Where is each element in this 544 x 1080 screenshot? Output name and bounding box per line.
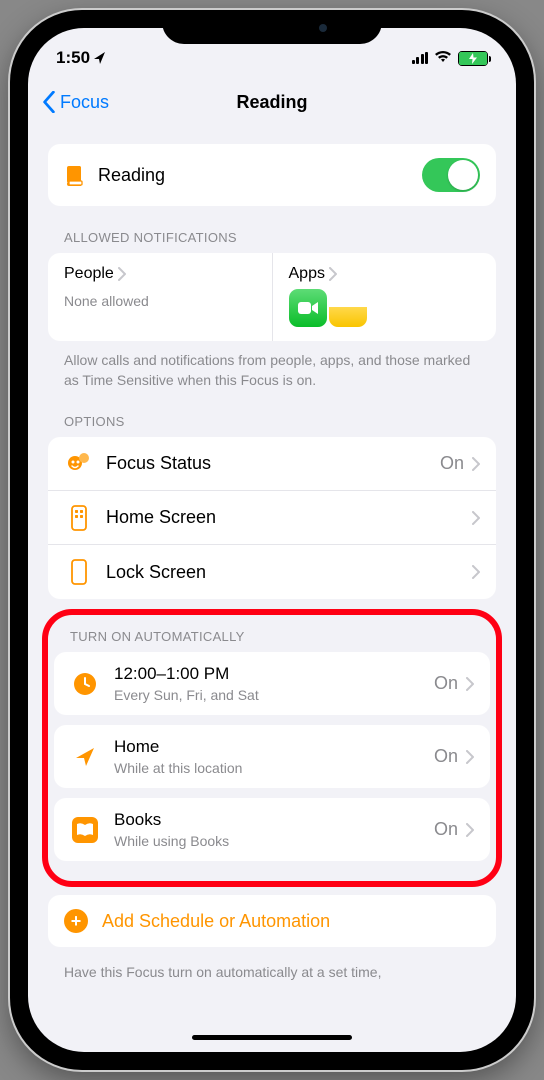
home-screen-label: Home Screen	[106, 507, 216, 528]
focus-status-row[interactable]: Focus Status On	[48, 437, 496, 491]
cellular-icon	[412, 52, 429, 64]
section-allowed: ALLOWED NOTIFICATIONS	[48, 206, 496, 253]
people-label: People	[64, 265, 114, 283]
facetime-icon	[289, 289, 327, 327]
page-title: Reading	[236, 92, 307, 113]
people-sub: None allowed	[64, 293, 256, 309]
automation-value: On	[434, 673, 458, 694]
automation-value: On	[434, 746, 458, 767]
screen: 1:50 Focus	[28, 28, 516, 1052]
chevron-right-icon	[472, 511, 480, 525]
focus-name: Reading	[98, 165, 165, 186]
chevron-right-icon	[472, 565, 480, 579]
automation-title: 12:00–1:00 PM	[114, 664, 259, 684]
chevron-right-icon	[466, 750, 474, 764]
automation-sub: While using Books	[114, 833, 229, 849]
home-screen-icon	[64, 505, 94, 531]
plus-icon: +	[64, 909, 88, 933]
add-label: Add Schedule or Automation	[102, 911, 330, 932]
lock-screen-row[interactable]: Lock Screen	[48, 545, 496, 599]
focus-status-icon	[64, 451, 94, 477]
section-auto: TURN ON AUTOMATICALLY	[54, 615, 490, 652]
automation-app[interactable]: Books While using Books On	[54, 798, 490, 861]
location-arrow-icon	[70, 745, 100, 769]
chevron-left-icon	[42, 91, 56, 113]
notes-icon	[329, 289, 367, 327]
location-icon	[94, 51, 106, 65]
notifications-card: People None allowed Apps	[48, 253, 496, 341]
home-screen-row[interactable]: Home Screen	[48, 491, 496, 545]
clock-text: 1:50	[56, 48, 90, 68]
footer-helper: Have this Focus turn on automatically at…	[48, 947, 496, 983]
wifi-icon	[434, 49, 452, 68]
automation-value: On	[434, 819, 458, 840]
focus-switch[interactable]	[422, 158, 480, 192]
allowed-apps[interactable]: Apps	[273, 253, 497, 341]
chevron-right-icon	[472, 457, 480, 471]
section-options: OPTIONS	[48, 390, 496, 437]
lock-screen-icon	[64, 559, 94, 585]
options-card: Focus Status On Home Screen Loc	[48, 437, 496, 599]
automation-highlight: TURN ON AUTOMATICALLY 12:00–1:00 PM Ever…	[42, 609, 502, 887]
apps-label: Apps	[289, 265, 325, 283]
automation-title: Home	[114, 737, 242, 757]
status-time: 1:50	[56, 48, 106, 68]
notch	[162, 10, 382, 44]
lock-screen-label: Lock Screen	[106, 562, 206, 583]
back-button[interactable]: Focus	[42, 91, 109, 113]
add-automation-row[interactable]: + Add Schedule or Automation	[48, 895, 496, 947]
home-indicator[interactable]	[192, 1035, 352, 1040]
back-label: Focus	[60, 92, 109, 113]
notifications-helper: Allow calls and notifications from peopl…	[48, 341, 496, 390]
automation-location[interactable]: Home While at this location On	[54, 725, 490, 788]
chevron-right-icon	[329, 267, 337, 281]
chevron-right-icon	[466, 677, 474, 691]
focus-toggle-row[interactable]: Reading	[48, 144, 496, 206]
automation-sub: While at this location	[114, 760, 242, 776]
automation-title: Books	[114, 810, 229, 830]
automation-sub: Every Sun, Fri, and Sat	[114, 687, 259, 703]
battery-icon	[458, 51, 488, 66]
clock-icon	[70, 671, 100, 697]
chevron-right-icon	[466, 823, 474, 837]
nav-bar: Focus Reading	[28, 78, 516, 126]
books-icon	[70, 816, 100, 844]
focus-status-value: On	[440, 453, 464, 474]
chevron-right-icon	[118, 267, 126, 281]
phone-frame: 1:50 Focus	[10, 10, 534, 1070]
automation-time[interactable]: 12:00–1:00 PM Every Sun, Fri, and Sat On	[54, 652, 490, 715]
focus-status-label: Focus Status	[106, 453, 211, 474]
book-icon	[64, 164, 84, 186]
allowed-people[interactable]: People None allowed	[48, 253, 273, 341]
